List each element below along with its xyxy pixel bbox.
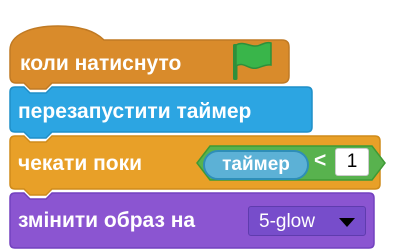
timer-reporter[interactable]: таймер: [203, 150, 309, 180]
dropdown-arrow-icon[interactable]: [339, 218, 355, 227]
less-than-symbol: <: [314, 149, 327, 172]
wait-until-label: чекати поки: [18, 152, 143, 175]
script-stack: коли натиснуто перезапустити таймер чека…: [0, 0, 400, 250]
switch-costume-label: змінити образ на: [18, 209, 196, 232]
hat-label: коли натиснуто: [20, 52, 182, 75]
costume-dropdown-value: 5-glow: [259, 211, 315, 232]
reset-timer-label: перезапустити таймер: [18, 100, 252, 123]
value-input[interactable]: 1: [335, 148, 369, 176]
costume-dropdown[interactable]: 5-glow: [248, 206, 366, 236]
